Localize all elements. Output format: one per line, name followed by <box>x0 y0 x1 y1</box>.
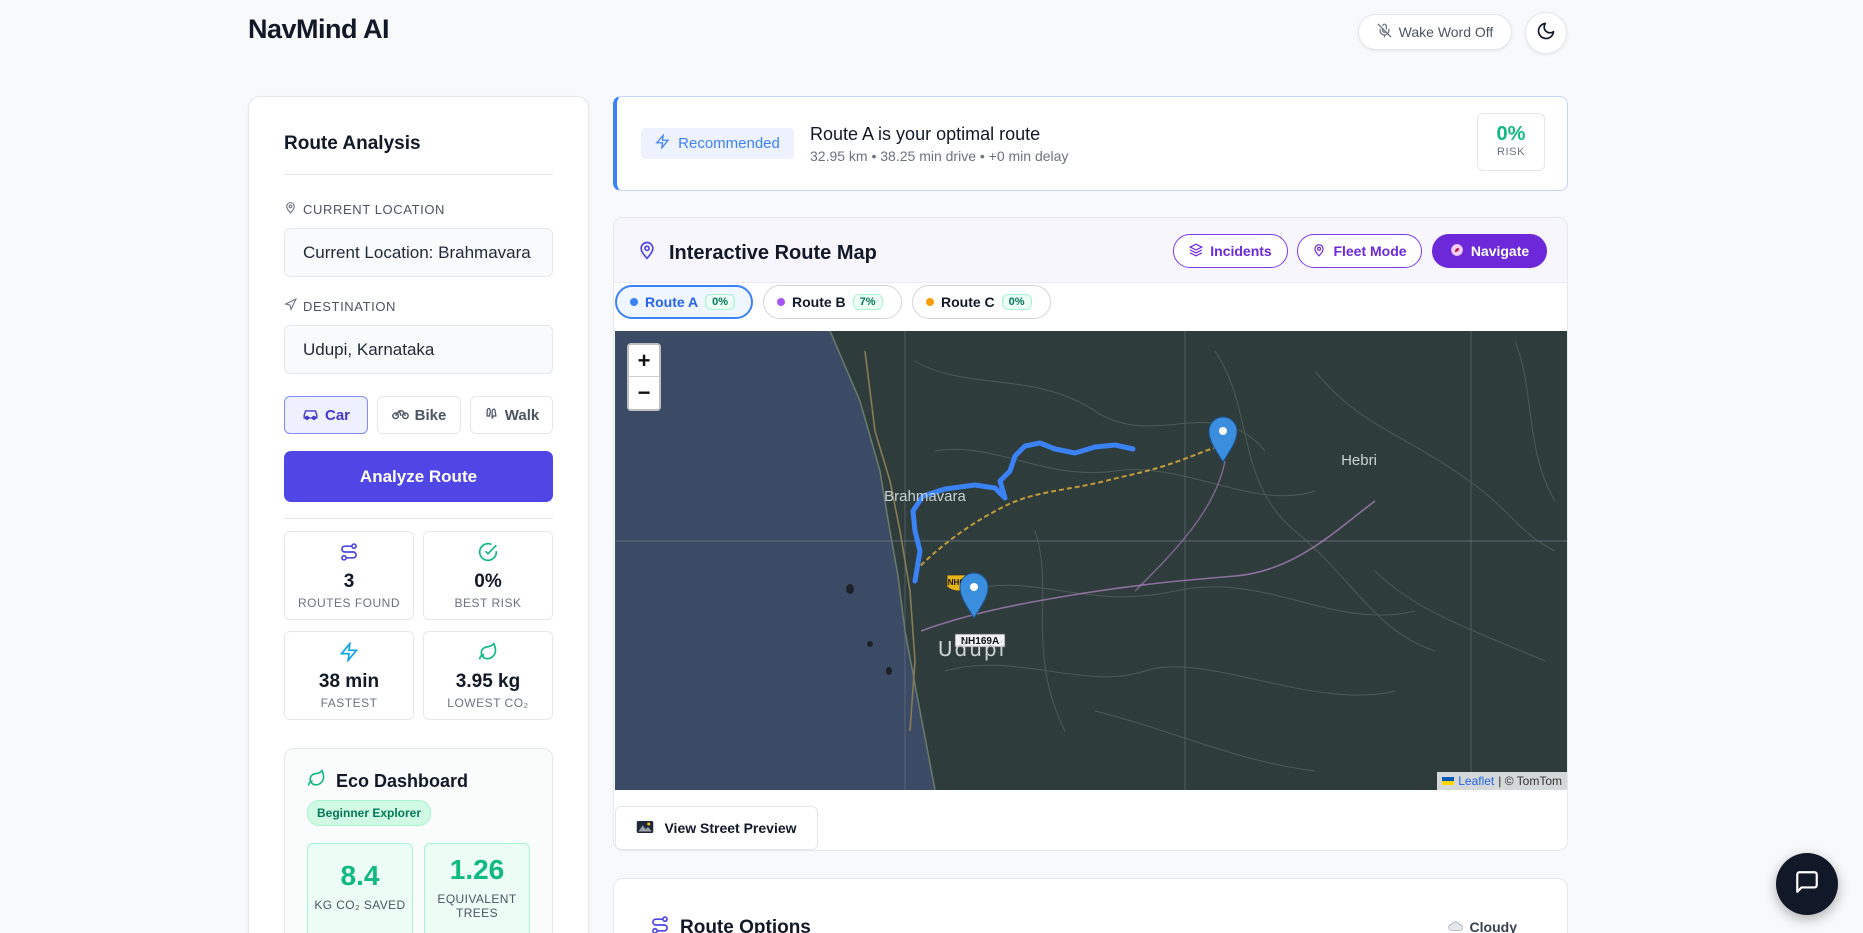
weather-indicator: Cloudy <box>1447 919 1517 933</box>
route-analysis-panel: Route Analysis CURRENT LOCATION Current … <box>248 96 589 933</box>
fleet-mode-button[interactable]: Fleet Mode <box>1297 234 1422 268</box>
eco-dashboard-title: Eco Dashboard <box>307 769 468 793</box>
trees-value: 1.26 <box>449 854 505 885</box>
street-preview-button[interactable]: View Street Preview <box>615 806 818 850</box>
map-canvas[interactable]: NH169A NH66 Brahmavara Hebri Udupi + − L… <box>615 331 1567 790</box>
leaf-icon <box>307 769 326 793</box>
recommendation-title: Route A is your optimal route <box>810 124 1041 144</box>
route-icon <box>339 542 359 567</box>
map-header: Interactive Route Map Incidents Fleet Mo… <box>614 218 1567 283</box>
route-color-dot <box>630 298 638 306</box>
zap-icon <box>339 640 359 667</box>
leaf-icon <box>478 641 498 667</box>
town-label-hebri: Hebri <box>1341 452 1377 469</box>
footprints-icon <box>484 406 499 425</box>
stat-value: 38 min <box>318 670 380 692</box>
route-options-card: Route Options Cloudy <box>613 878 1568 933</box>
stat-label: ROUTES FOUND <box>298 595 400 610</box>
stat-value: 0% <box>474 570 502 592</box>
panel-title: Route Analysis <box>284 133 421 154</box>
wake-word-label: Wake Word Off <box>1398 24 1494 40</box>
map-pin-icon <box>637 240 657 266</box>
route-tab-b[interactable]: Route B 7% <box>763 285 902 319</box>
check-circle-icon <box>478 542 498 567</box>
recommended-badge: Recommended <box>641 128 794 159</box>
ukraine-flag-icon <box>1442 777 1455 785</box>
route-options-title: Route Options <box>650 915 811 933</box>
risk-label: RISK <box>1496 146 1526 158</box>
moon-icon <box>1536 21 1556 46</box>
cloud-icon <box>1447 919 1464 933</box>
eco-dashboard: Eco Dashboard Beginner Explorer 8.4 KG C… <box>284 748 553 933</box>
stat-routes-found: 3 ROUTES FOUND <box>284 531 414 620</box>
map-attribution: Leaflet | © TomTom <box>1437 772 1567 790</box>
route-tab-c[interactable]: Route C 0% <box>912 285 1051 319</box>
zoom-in-button[interactable]: + <box>629 345 659 377</box>
bike-icon <box>391 406 409 424</box>
mode-walk-button[interactable]: Walk <box>470 396 553 434</box>
mode-bike-button[interactable]: Bike <box>377 396 461 434</box>
layers-icon <box>1189 243 1204 260</box>
map-svg: NH169A NH66 Brahmavara Hebri Udupi <box>615 331 1567 790</box>
stat-best-risk: 0% BEST RISK <box>423 531 553 620</box>
map-title: Interactive Route Map <box>637 240 877 266</box>
map-pin-icon <box>284 201 297 217</box>
chat-icon <box>1794 869 1820 900</box>
route-icon <box>650 915 670 933</box>
co2-value: 8.4 <box>340 860 380 891</box>
recommendation-banner: Recommended Route A is your optimal rout… <box>613 96 1568 191</box>
landscape-icon <box>636 819 654 838</box>
stat-fastest: 38 min FASTEST <box>284 631 414 720</box>
co2-saved-stat: 8.4 KG CO₂ SAVED <box>307 843 413 933</box>
wake-word-toggle[interactable]: Wake Word Off <box>1358 14 1512 50</box>
zoom-control: + − <box>627 343 661 411</box>
stat-lowest-co2: 3.95 kg LOWEST CO₂ <box>423 631 553 720</box>
divider <box>284 518 553 519</box>
route-tab-a[interactable]: Route A 0% <box>615 285 753 319</box>
incidents-button[interactable]: Incidents <box>1173 234 1288 268</box>
co2-label: KG CO₂ SAVED <box>314 898 406 912</box>
stat-label: FASTEST <box>320 695 378 710</box>
navigate-button[interactable]: Navigate <box>1432 234 1547 268</box>
map-pin-icon <box>1312 243 1326 260</box>
town-label-brahmavara: Brahmavara <box>884 488 966 505</box>
car-icon <box>302 406 319 424</box>
stat-value: 3 <box>343 570 355 592</box>
recommendation-subtitle: 32.95 km • 38.25 min drive • +0 min dela… <box>810 148 1069 164</box>
route-risk-badge: 0% <box>705 294 736 310</box>
current-location-input[interactable]: Current Location: Brahmavara <box>284 228 553 277</box>
risk-indicator: 0% RISK <box>1477 113 1545 171</box>
leaflet-link[interactable]: Leaflet <box>1458 774 1494 788</box>
route-color-dot <box>777 298 785 306</box>
compass-icon <box>1450 243 1464 260</box>
destination-label: DESTINATION <box>284 297 396 314</box>
route-risk-badge: 7% <box>852 294 883 310</box>
risk-value: 0% <box>1496 123 1526 145</box>
mic-off-icon <box>1377 23 1392 41</box>
route-color-dot <box>926 298 934 306</box>
analyze-route-button[interactable]: Analyze Route <box>284 451 553 502</box>
trees-label: EQUIVALENT TREES <box>437 892 517 920</box>
route-map-card: Interactive Route Map Incidents Fleet Mo… <box>613 217 1568 851</box>
navigation-arrow-icon <box>284 297 298 314</box>
theme-toggle-button[interactable] <box>1525 12 1567 54</box>
current-location-label: CURRENT LOCATION <box>284 201 445 217</box>
divider <box>284 174 553 175</box>
zoom-out-button[interactable]: − <box>629 377 659 409</box>
chat-button[interactable] <box>1776 853 1838 915</box>
stat-value: 3.95 kg <box>455 670 521 692</box>
mode-car-button[interactable]: Car <box>284 396 368 434</box>
destination-input[interactable]: Udupi, Karnataka <box>284 325 553 374</box>
trees-stat: 1.26 EQUIVALENT TREES <box>424 843 530 933</box>
app-logo: NavMind AI <box>248 14 390 44</box>
route-risk-badge: 0% <box>1001 294 1032 310</box>
stat-label: LOWEST CO₂ <box>447 695 529 710</box>
zap-icon <box>655 133 670 153</box>
eco-level-badge: Beginner Explorer <box>307 800 432 826</box>
town-label-udupi: Udupi <box>938 637 1006 661</box>
stat-label: BEST RISK <box>454 595 522 610</box>
